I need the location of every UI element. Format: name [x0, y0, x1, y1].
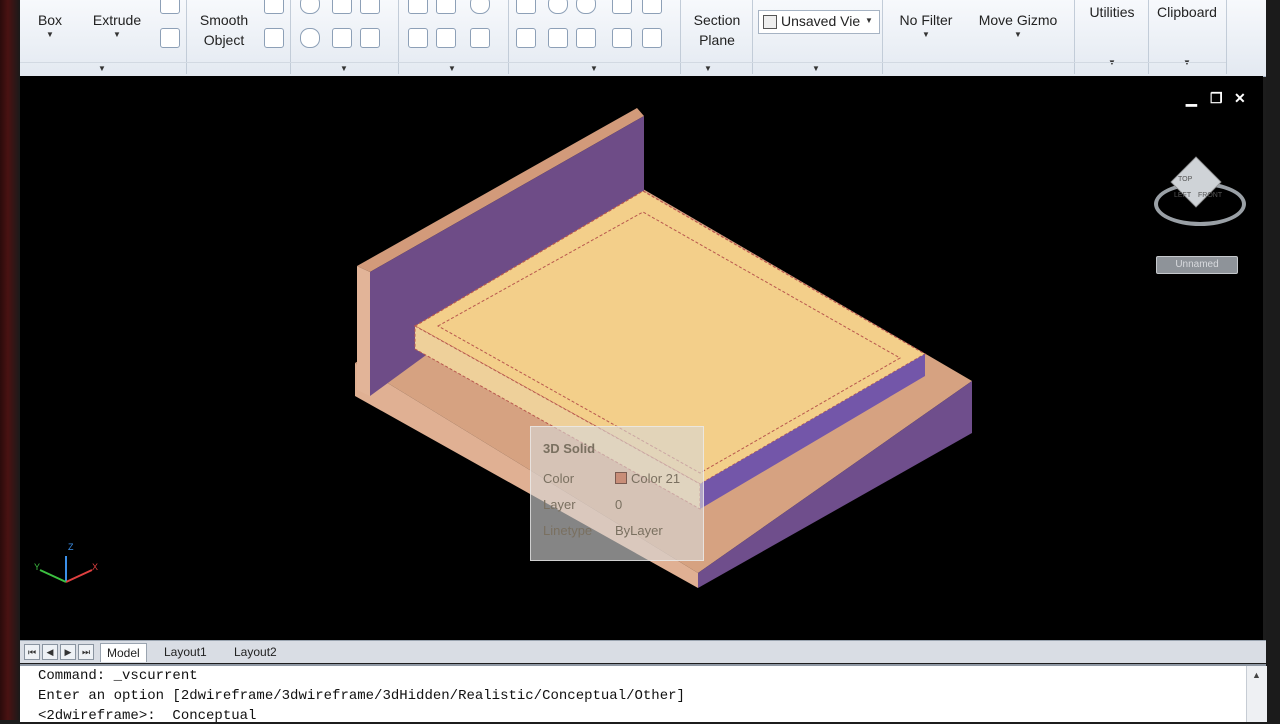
panel-expand-icon[interactable]: ▼: [704, 64, 712, 73]
ellipse-icon[interactable]: [470, 28, 490, 48]
copy-icon[interactable]: [612, 0, 632, 14]
right-window-edge: [1266, 0, 1280, 720]
viewcube[interactable]: TOP LEFT FRONT: [1148, 156, 1248, 228]
eraser-icon[interactable]: [160, 0, 180, 14]
command-history-line: Enter an option [2dwireframe/3dwireframe…: [38, 688, 685, 704]
scroll-up-icon[interactable]: ▲: [1252, 670, 1261, 680]
align-icon[interactable]: [516, 0, 536, 14]
refine-mesh-icon[interactable]: [264, 28, 284, 48]
thicken-icon[interactable]: [332, 28, 352, 48]
smooth-object-button[interactable]: Smooth Object: [192, 0, 256, 60]
union-icon[interactable]: [300, 0, 320, 14]
clipboard-label: Clipboard: [1157, 4, 1217, 20]
view-name-button[interactable]: Unnamed: [1156, 256, 1238, 274]
extract-edges-icon[interactable]: [360, 0, 380, 14]
chevron-down-icon: ▼: [1014, 30, 1022, 39]
extrude-label: Extrude: [92, 12, 142, 28]
tooltip-color-label: Color: [543, 471, 575, 486]
cube-top-label: TOP: [1178, 176, 1193, 183]
next-tab-icon[interactable]: ▶: [60, 644, 76, 660]
ucs-z-label: Z: [68, 542, 74, 552]
view-icon: [763, 15, 777, 29]
last-tab-icon[interactable]: ⏭: [78, 644, 94, 660]
tooltip-linetype-label: Linetype: [543, 523, 593, 538]
panel-expand-icon[interactable]: ▼: [340, 64, 348, 73]
box-label: Box: [37, 12, 63, 28]
scale-icon[interactable]: [576, 28, 596, 48]
chevron-down-icon: ▼: [865, 16, 873, 25]
mesh-icon[interactable]: [264, 0, 284, 14]
utilities-label: Utilities: [1089, 4, 1135, 20]
spline-icon[interactable]: [408, 0, 428, 14]
separate-icon[interactable]: [360, 28, 380, 48]
ribbon: Box ▼ Extrude ▼ Smooth Object Section Pl…: [20, 0, 1266, 77]
cube-front-label: FRONT: [1198, 192, 1223, 199]
presspull-icon[interactable]: [160, 28, 180, 48]
circle-icon[interactable]: [470, 0, 490, 14]
command-history-line: Command: _vscurrent: [38, 668, 198, 684]
left-window-edge: [0, 0, 20, 720]
command-scrollbar[interactable]: ▲: [1246, 666, 1267, 722]
offset-icon[interactable]: [642, 28, 662, 48]
panel-expand-icon[interactable]: ▼: [812, 64, 820, 73]
chevron-down-icon: ▼: [922, 30, 930, 39]
panel-separator: [1226, 0, 1227, 74]
prev-tab-icon[interactable]: ◀: [42, 644, 58, 660]
ucs-y-label: Y: [34, 562, 41, 572]
panel-expand-icon[interactable]: ▼: [98, 64, 106, 73]
command-history-line: <2dwireframe>: Conceptual: [38, 708, 257, 724]
panel-footer: [20, 62, 1226, 75]
fillet-icon[interactable]: [642, 0, 662, 14]
layout-tab-bar: ⏮ ◀ ▶ ⏭ Model Layout1 Layout2: [20, 640, 1266, 663]
brush-icon[interactable]: [612, 28, 632, 48]
tab-layout2[interactable]: Layout2: [228, 643, 283, 661]
tooltip-layer-label: Layer: [543, 497, 576, 512]
subtract-icon[interactable]: [300, 28, 320, 48]
headboard-side: [357, 266, 370, 396]
slice-icon[interactable]: [332, 0, 352, 14]
smooth-object-label: Smooth Object: [199, 12, 249, 48]
ucs-x-label: X: [92, 562, 99, 572]
polygon-icon[interactable]: [408, 28, 428, 48]
view-select[interactable]: Unsaved Vie ▼: [758, 10, 880, 34]
box-button[interactable]: Box ▼: [28, 0, 72, 60]
circle-tool-icon[interactable]: [576, 0, 596, 14]
panel-expand-icon[interactable]: ▼: [448, 64, 456, 73]
cube-left-label: LEFT: [1174, 192, 1192, 199]
section-plane-label: Section Plane: [693, 12, 741, 48]
array-icon[interactable]: [516, 28, 536, 48]
command-line[interactable]: Command: _vscurrent Enter an option [2dw…: [20, 664, 1267, 724]
move-gizmo-button[interactable]: Move Gizmo ▼: [970, 0, 1066, 60]
move-gizmo-label: Move Gizmo: [978, 12, 1058, 28]
view-select-value: Unsaved Vie: [781, 13, 861, 29]
rectangle-icon[interactable]: [436, 28, 456, 48]
tab-model[interactable]: Model: [100, 643, 147, 662]
chevron-down-icon: ▼: [46, 30, 54, 39]
rotate3d-icon[interactable]: [548, 0, 568, 14]
tooltip-layer-value: 0: [615, 497, 623, 512]
drawing-viewport[interactable]: ▁ ❐ ✕ TOP LEFT FRONT Unnamed Z X Y 3D So…: [20, 76, 1263, 640]
tooltip-linetype-value: ByLayer: [615, 523, 663, 538]
chevron-down-icon: ▼: [113, 30, 121, 39]
extrude-button[interactable]: Extrude ▼: [86, 0, 148, 60]
tooltip-color-value: Color 21: [631, 471, 681, 486]
no-filter-button[interactable]: No Filter ▼: [886, 0, 966, 60]
section-plane-button[interactable]: Section Plane: [684, 0, 750, 60]
object-tooltip: 3D Solid Color Color 21 Layer 0 Linetype…: [530, 426, 704, 561]
mirror3d-icon[interactable]: [548, 28, 568, 48]
panel-expand-icon[interactable]: ▼: [590, 64, 598, 73]
tab-layout1[interactable]: Layout1: [158, 643, 213, 661]
no-filter-label: No Filter: [899, 12, 953, 28]
color-swatch-icon: [615, 472, 627, 484]
line-icon[interactable]: [436, 0, 456, 14]
first-tab-icon[interactable]: ⏮: [24, 644, 40, 660]
tooltip-title: 3D Solid: [543, 441, 596, 456]
